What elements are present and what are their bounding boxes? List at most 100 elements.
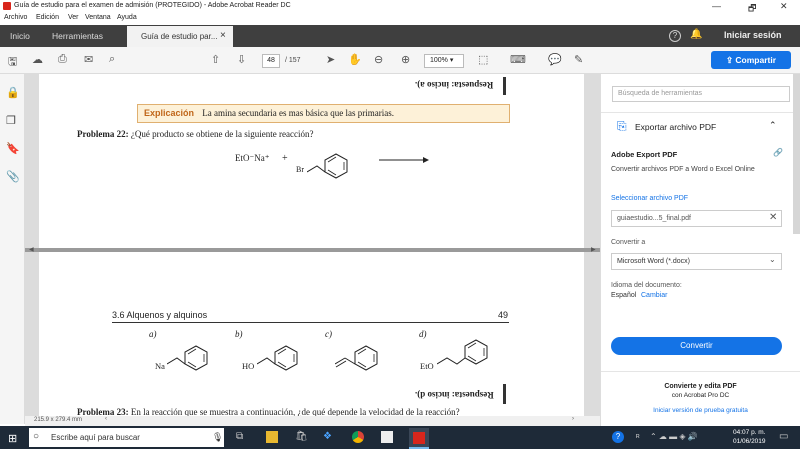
menu-ver[interactable]: Ver: [68, 14, 79, 21]
notifications-icon[interactable]: ▭: [779, 431, 788, 442]
upload-cloud-icon[interactable]: ☁: [32, 53, 43, 66]
tab-close-icon[interactable]: ×: [220, 30, 226, 41]
file-explorer-icon[interactable]: [266, 431, 278, 443]
share-label: Compartir: [735, 55, 777, 65]
taskbar: ⊞ ○ Escribe aquí para buscar 🎙 ⧉ 🛍 ❖ ? ᴿ…: [0, 426, 800, 449]
acrobat-logo-icon: [413, 432, 425, 444]
title-bar: Guía de estudio para el examen de admisi…: [0, 0, 800, 13]
hand-tool-icon[interactable]: ✋: [348, 53, 362, 66]
file-name: guiaestudio...5_final.pdf: [617, 215, 691, 222]
close-window-button[interactable]: ✕: [780, 1, 788, 12]
acrobat-logo-icon: [3, 2, 11, 10]
tab-document[interactable]: Guía de estudio par... ×: [127, 26, 233, 47]
pen-icon[interactable]: ✎: [574, 53, 583, 66]
answer-bar: [503, 77, 506, 95]
menu-ventana[interactable]: Ventana: [85, 14, 111, 21]
pages-icon[interactable]: ❐: [6, 114, 16, 127]
file-field[interactable]: guiaestudio...5_final.pdf: [611, 210, 782, 227]
section-rule: [112, 322, 509, 323]
page-up-icon[interactable]: ⇧: [211, 53, 220, 66]
option-c: c): [325, 329, 332, 339]
fit-page-icon[interactable]: ⬚: [478, 53, 488, 66]
store-icon[interactable]: 🛍: [295, 431, 308, 442]
page-number-input[interactable]: 48: [262, 54, 280, 68]
divider: [601, 112, 800, 113]
save-icon[interactable]: 🖫: [8, 53, 17, 72]
zoom-value: 100%: [430, 57, 448, 64]
menu-archivo[interactable]: Archivo: [4, 14, 27, 21]
tab-home[interactable]: Inicio: [10, 31, 30, 41]
scroll-right-icon[interactable]: ▶: [591, 246, 596, 253]
email-icon[interactable]: ✉: [84, 53, 93, 66]
promo-sub: con Acrobat Pro DC: [671, 392, 730, 399]
hscroll-left-icon[interactable]: ‹: [105, 416, 107, 422]
clear-file-icon[interactable]: ✕: [769, 212, 777, 223]
zoom-out-icon[interactable]: ⊖: [374, 53, 383, 66]
answer-bar-2: [503, 384, 506, 404]
problem-22-text: ¿Qué producto se obtiene de la siguiente…: [130, 129, 314, 139]
task-view-icon[interactable]: ⧉: [236, 431, 243, 442]
collapse-chevron-icon[interactable]: ⌃: [769, 120, 777, 131]
service-desc: Convertir archivos PDF a Word o Excel On…: [611, 166, 755, 173]
comment-icon[interactable]: 💬: [548, 53, 562, 66]
signin-button[interactable]: Iniciar sesión: [724, 30, 782, 40]
print-icon[interactable]: ⎙: [58, 53, 67, 66]
help-tray-icon[interactable]: ?: [612, 431, 624, 443]
problem-22: Problema 22: ¿Qué producto se obtiene de…: [77, 129, 314, 139]
share-button[interactable]: ⇪ Compartir: [711, 51, 791, 69]
bell-icon[interactable]: 🔔: [690, 29, 702, 40]
section-title: 3.6 Alquenos y alquinos: [112, 310, 208, 320]
zoom-select[interactable]: 100% ▾: [424, 54, 464, 68]
document-area: Respuesta: inciso a). Explicación La ami…: [25, 74, 600, 426]
chrome-icon[interactable]: [352, 431, 364, 443]
language-label: Idioma del documento:: [611, 282, 682, 289]
promo-title: Convierte y edita PDF: [664, 383, 737, 390]
answer-upside-down: Respuesta: inciso a).: [415, 80, 494, 90]
menu-ayuda[interactable]: Ayuda: [117, 14, 137, 21]
taskbar-search[interactable]: ○ Escribe aquí para buscar 🎙: [29, 428, 224, 447]
hscroll-right-icon[interactable]: ›: [572, 416, 574, 422]
page-number: 49: [498, 310, 509, 320]
tools-pane: Búsqueda de herramientas ⎘ Exportar arch…: [600, 74, 800, 426]
pane-scrollbar[interactable]: [793, 74, 800, 234]
microphone-icon[interactable]: 🎙: [212, 432, 223, 443]
keyboard-icon[interactable]: ⌨: [510, 53, 526, 66]
tools-search-input[interactable]: Búsqueda de herramientas: [612, 86, 790, 102]
answer-upside-down-2: Respuesta: inciso d).: [415, 390, 494, 400]
windows-start-icon[interactable]: ⊞: [8, 432, 17, 445]
help-icon[interactable]: ?: [669, 30, 681, 42]
explanation-label: Explicación: [144, 108, 195, 118]
export-title[interactable]: Exportar archivo PDF: [635, 122, 716, 132]
select-cursor-icon[interactable]: ➤: [326, 53, 335, 66]
chevron-down-icon[interactable]: ⌄: [769, 255, 776, 264]
attachment-icon[interactable]: 📎: [6, 170, 20, 183]
minimize-button[interactable]: —: [712, 1, 721, 11]
tab-tools[interactable]: Herramientas: [52, 31, 103, 41]
convert-button[interactable]: Convertir: [611, 337, 782, 355]
divider: [601, 371, 800, 372]
app-icon[interactable]: [381, 431, 393, 443]
search-placeholder: Escribe aquí para buscar: [51, 433, 140, 442]
link-icon[interactable]: 🔗: [773, 148, 783, 157]
substituent-d: EtO: [420, 361, 434, 371]
change-language-link[interactable]: Cambiar: [641, 292, 667, 299]
page-total: / 157: [285, 57, 301, 64]
explanation-text: La amina secundaria es mas básica que la…: [202, 108, 394, 118]
menu-edicion[interactable]: Edición: [36, 14, 59, 21]
lock-icon[interactable]: 🔒: [6, 86, 20, 99]
bookmark-icon[interactable]: 🔖: [6, 142, 20, 155]
people-icon[interactable]: ᴿ: [636, 433, 640, 442]
select-file-link[interactable]: Seleccionar archivo PDF: [611, 195, 688, 202]
trial-link[interactable]: Iniciar versión de prueba gratuita: [601, 407, 800, 414]
page-down-icon[interactable]: ⇩: [237, 53, 246, 66]
tray-icons[interactable]: ⌃ ☁ ▬ ◈ 🔊: [650, 432, 698, 441]
format-select[interactable]: Microsoft Word (*.docx): [611, 253, 782, 270]
service-name: Adobe Export PDF: [611, 150, 678, 159]
zoom-in-icon[interactable]: ⊕: [401, 53, 410, 66]
acrobat-task-icon[interactable]: [409, 428, 429, 449]
dropbox-icon[interactable]: ❖: [323, 431, 332, 442]
page-size: 215.9 x 279.4 mm: [34, 417, 83, 423]
zoom-search-icon[interactable]: ⌕: [109, 53, 115, 66]
scroll-left-icon[interactable]: ◀: [29, 246, 34, 253]
menu-bar: Archivo Edición Ver Ventana Ayuda: [0, 13, 800, 25]
